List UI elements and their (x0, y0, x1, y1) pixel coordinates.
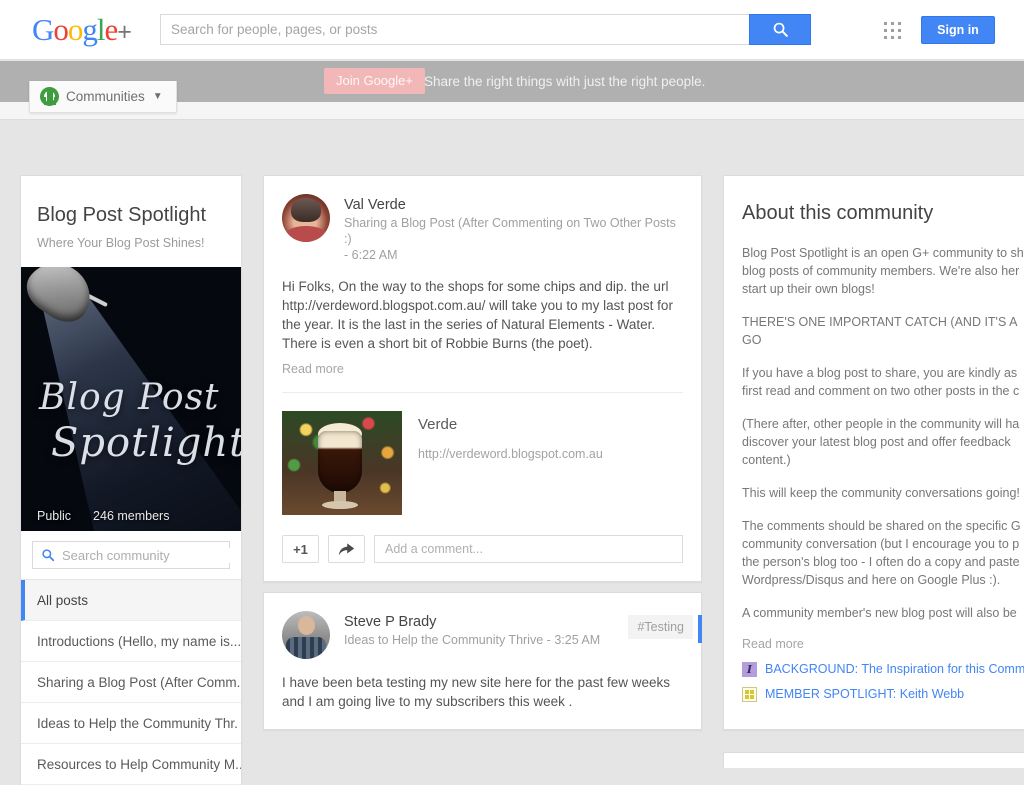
about-paragraph: If you have a blog post to share, you ar… (742, 366, 1020, 398)
share-button[interactable] (328, 535, 365, 563)
plus-one-button[interactable]: +1 (282, 535, 319, 563)
post-author-name[interactable]: Val Verde (344, 195, 683, 215)
post-highlight-edge (698, 615, 702, 643)
about-link-member-spotlight[interactable]: MEMBER SPOTLIGHT: Keith Webb (742, 686, 1024, 702)
search-icon (773, 22, 788, 37)
top-navigation-bar: Google+ Sign in (0, 0, 1024, 60)
about-link-background[interactable]: I BACKGROUND: The Inspiration for this C… (742, 661, 1024, 677)
post-card: #Testing Steve P Brady Ideas to Help the… (263, 592, 702, 730)
post-timestamp[interactable]: 3:25 AM (554, 633, 600, 647)
promo-message: Share the right things with just the rig… (424, 74, 706, 89)
thumbnail-base (322, 501, 358, 509)
time-separator: - (344, 248, 349, 262)
community-meta: Public 246 members (37, 509, 169, 523)
banner-text-line2: Spotlight (51, 420, 241, 466)
apps-grid-icon[interactable] (884, 22, 901, 39)
search-button[interactable] (749, 14, 811, 45)
about-paragraph: THERE'S ONE IMPORTANT CATCH (AND IT'S A … (742, 315, 1017, 347)
avatar[interactable] (282, 194, 330, 242)
sidebar-item-sharing-a-blog-post[interactable]: Sharing a Blog Post (After Comm. (21, 662, 241, 703)
about-link-label: BACKGROUND: The Inspiration for this Com… (765, 662, 1024, 676)
post-action-bar: +1 (264, 535, 701, 581)
post-category[interactable]: Ideas to Help the Community Thrive (344, 633, 543, 647)
community-sidebar: Blog Post Spotlight Where Your Blog Post… (20, 175, 242, 785)
post-bottom-spacer (264, 711, 701, 729)
attachment-url[interactable]: http://verdeword.blogspot.com.au (418, 446, 683, 462)
sidebar-item-all-posts[interactable]: All posts (21, 580, 241, 621)
post-read-more-link[interactable]: Read more (264, 353, 701, 392)
post-body-text: I have been beta testing my new site her… (282, 675, 670, 709)
post-meta: Val Verde Sharing a Blog Post (After Com… (344, 194, 683, 263)
search-icon (42, 549, 55, 562)
community-nav-list: All posts Introductions (Hello, my name … (21, 579, 241, 785)
community-search (32, 541, 238, 569)
sidebar-item-introductions[interactable]: Introductions (Hello, my name is.... (21, 621, 241, 662)
post-header: Val Verde Sharing a Blog Post (After Com… (264, 176, 701, 263)
community-title: Blog Post Spotlight (37, 204, 206, 226)
post-tag-badge[interactable]: #Testing (628, 615, 693, 639)
community-banner-image: Blog Post Spotlight Public 246 members (21, 267, 241, 531)
about-paragraph: The comments should be shared on the spe… (742, 519, 1021, 587)
community-search-input[interactable] (62, 547, 238, 563)
community-member-count: 246 members (93, 509, 170, 523)
post-card: Val Verde Sharing a Blog Post (After Com… (263, 175, 702, 582)
add-comment-input[interactable] (374, 535, 683, 563)
sidebar-item-ideas-to-help[interactable]: Ideas to Help the Community Thr. (21, 703, 241, 744)
attachment-thumbnail (282, 411, 402, 515)
avatar[interactable] (282, 611, 330, 659)
document-icon: I (742, 661, 757, 677)
attachment-info: Verde http://verdeword.blogspot.com.au (418, 411, 683, 515)
global-search (160, 14, 811, 45)
sidebar-item-resources[interactable]: Resources to Help Community M... (21, 744, 241, 785)
member-spotlight-icon (742, 686, 757, 702)
right-column-next-card (723, 752, 1024, 768)
time-separator: - (546, 633, 551, 647)
about-panel-title: About this community (742, 202, 934, 224)
about-paragraph: (There after, other people in the commun… (742, 417, 1020, 467)
communities-label: Communities (66, 89, 145, 104)
share-arrow-icon (338, 543, 355, 556)
join-google-plus-button[interactable]: Join Google+ (324, 68, 425, 94)
about-paragraph: This will keep the community conversatio… (742, 486, 1020, 500)
post-timestamp-row: - 6:22 AM (344, 247, 683, 263)
about-paragraph: Blog Post Spotlight is an open G+ commun… (742, 246, 1024, 296)
about-read-more-link[interactable]: Read more (742, 637, 1024, 651)
post-timestamp[interactable]: 6:22 AM (352, 248, 398, 262)
about-paragraph: A community member's new blog post will … (742, 606, 1017, 620)
post-category[interactable]: Sharing a Blog Post (After Commenting on… (344, 215, 683, 247)
community-tagline: Where Your Blog Post Shines! (37, 236, 205, 250)
communities-icon (40, 87, 59, 106)
logo-plus: + (117, 18, 132, 46)
sign-in-button[interactable]: Sign in (921, 16, 995, 44)
search-input[interactable] (160, 14, 749, 45)
post-link-attachment[interactable]: Verde http://verdeword.blogspot.com.au (282, 392, 683, 535)
attachment-title[interactable]: Verde (418, 415, 683, 435)
post-stream: Val Verde Sharing a Blog Post (After Com… (263, 175, 702, 740)
communities-dropdown[interactable]: Communities ▼ (29, 81, 177, 113)
chevron-down-icon: ▼ (152, 91, 163, 102)
post-body-text: Hi Folks, On the way to the shops for so… (282, 279, 673, 351)
banner-text-line1: Blog Post (39, 377, 220, 418)
google-plus-logo[interactable]: Google+ (32, 13, 132, 49)
about-link-label: MEMBER SPOTLIGHT: Keith Webb (765, 687, 965, 701)
thumbnail-glass (318, 431, 362, 493)
community-visibility: Public (37, 509, 72, 523)
about-community-panel: About this community Blog Post Spotlight… (723, 175, 1024, 730)
